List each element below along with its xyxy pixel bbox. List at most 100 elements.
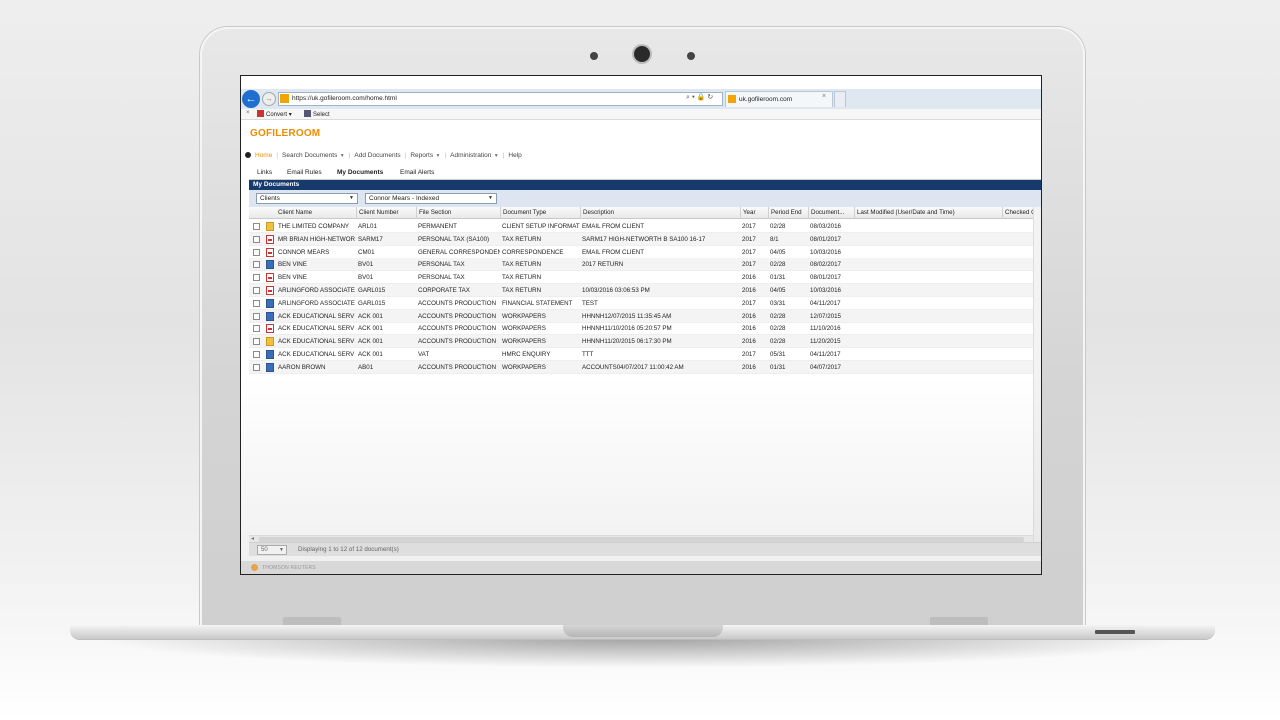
nav-add-documents[interactable]: Add Documents [354, 152, 400, 159]
cell-document-type: WORKPAPERS [502, 338, 546, 346]
chevron-down-icon: ▼ [488, 195, 493, 201]
doc-file-icon [266, 298, 274, 308]
cell-year: 2016 [742, 312, 756, 320]
tab-email-alerts[interactable]: Email Alerts [400, 169, 434, 176]
column-last-modified[interactable]: Last Modified (User/Date and Time) [854, 207, 1002, 219]
row-checkbox[interactable] [253, 248, 260, 256]
table-row[interactable]: THE LIMITED COMPANY ARL01 PERMANENT CLIENT … [249, 220, 1041, 233]
browser-tab[interactable]: uk.gofileroom.com [725, 91, 833, 107]
row-checkbox[interactable] [253, 351, 260, 358]
table-row[interactable]: ACK EDUCATIONAL SERV ACK 001 ACCOUNTS PROD… [249, 335, 1041, 349]
row-checkbox[interactable] [253, 299, 260, 307]
horizontal-scrollbar[interactable]: ◂ [249, 535, 1033, 542]
table-row[interactable]: ARLINGFORD ASSOCIATE GARL015 ACCOUNTS PROD… [249, 297, 1041, 310]
table-row[interactable]: ARLINGFORD ASSOCIATE GARL015 CORPORATE TAX… [249, 284, 1041, 297]
nav-administration[interactable]: Administration ▼ [450, 152, 499, 159]
table-row[interactable]: CONNOR MEARS CM01 GENERAL CORRESPONDEN CORR… [249, 246, 1041, 259]
column-client-number[interactable]: Client Number [356, 207, 416, 219]
cell-document-date: 04/11/2017 [810, 351, 841, 358]
column-description[interactable]: Description [580, 207, 740, 219]
pdf-convert-icon [257, 110, 264, 117]
vertical-scrollbar[interactable] [1033, 207, 1041, 542]
cell-file-section: ACCOUNTS PRODUCTION [418, 363, 497, 371]
nav-home[interactable]: Home [255, 152, 272, 159]
cell-document-type: TAX RETURN [502, 235, 542, 243]
doc-file-icon [266, 311, 274, 321]
thomson-reuters-logo-icon [251, 564, 258, 571]
cell-file-section: CORPORATE TAX [418, 287, 470, 294]
pdf-file-icon [266, 234, 274, 244]
column-document-date[interactable]: Document... [808, 207, 854, 219]
cell-document-date: 10/03/2016 [810, 287, 841, 294]
column-client-name[interactable]: Client Name [276, 207, 356, 219]
column-period-end[interactable]: Period End [768, 207, 808, 219]
forward-arrow-icon[interactable]: → [262, 92, 276, 106]
cell-client-name: THE LIMITED COMPANY [278, 223, 350, 230]
address-bar-icons[interactable]: ⌕ ▾ 🔒 ↻ [686, 93, 713, 102]
pdf-file-icon [266, 247, 274, 257]
cell-period-end: 01/31 [770, 363, 786, 371]
column-file-section[interactable]: File Section [416, 207, 500, 219]
cell-description: TEST [582, 299, 598, 307]
row-checkbox[interactable] [253, 235, 260, 243]
select-button[interactable]: Select [304, 110, 330, 118]
column-document-type[interactable]: Document Type [500, 207, 580, 219]
cell-client-number: BV01 [358, 261, 374, 269]
cell-file-section: PERSONAL TAX (SA100) [418, 235, 490, 243]
cell-document-type: WORKPAPERS [502, 312, 546, 320]
tab-close-icon[interactable]: × [822, 93, 826, 100]
row-checkbox[interactable] [253, 325, 260, 333]
tab-links[interactable]: Links [257, 169, 272, 176]
cell-period-end: 02/28 [770, 325, 786, 333]
column-year[interactable]: Year [740, 207, 768, 219]
table-row[interactable]: ACK EDUCATIONAL SERV ACK 001 VAT HMRC ENQUI… [249, 348, 1041, 361]
cell-description: ACCOUNTS04/07/2017 11:00:42 AM [582, 363, 684, 371]
page-size-select[interactable]: 50 ▼ [257, 545, 287, 555]
tab-email-rules[interactable]: Email Rules [287, 169, 322, 176]
convert-button[interactable]: Convert ▾ [257, 110, 292, 118]
table-row[interactable]: BEN VINE BV01 PERSONAL TAX TAX RETURN 2016 01… [249, 271, 1041, 285]
scroll-left-icon[interactable]: ◂ [251, 535, 254, 542]
nav-help[interactable]: Help [508, 152, 521, 159]
cell-year: 2016 [742, 287, 756, 294]
cell-year: 2017 [742, 223, 756, 230]
chevron-down-icon: ▼ [349, 195, 354, 201]
cell-client-number: ACK 001 [358, 338, 383, 346]
home-icon[interactable] [245, 152, 251, 158]
table-row[interactable]: BEN VINE BV01 PERSONAL TAX TAX RETURN 2017 R… [249, 258, 1041, 272]
cell-client-number: AB01 [358, 363, 374, 371]
grid-header: Client Name Client Number File Section D… [249, 207, 1041, 219]
view-filter-select[interactable]: Connor Mears - Indexed ▼ [365, 193, 497, 204]
row-checkbox[interactable] [253, 274, 260, 282]
table-row[interactable]: MR BRIAN HIGH-NETWOR SARM17 PERSONAL TAX (… [249, 232, 1041, 246]
laptop-shadow [90, 638, 1195, 668]
nav-reports-label: Reports [410, 151, 434, 159]
nav-search-documents[interactable]: Search Documents ▼ [282, 152, 345, 159]
nav-divider: | [502, 151, 505, 159]
tab-my-documents[interactable]: My Documents [337, 169, 383, 176]
address-bar[interactable]: https://uk.gofileroom.com/home.html [278, 92, 723, 106]
table-row[interactable]: ACK EDUCATIONAL SERV ACK 001 ACCOUNTS PROD… [249, 309, 1041, 323]
chevron-down-icon: ▼ [279, 547, 284, 553]
new-tab-button[interactable] [834, 91, 846, 107]
row-checkbox[interactable] [253, 223, 260, 230]
table-row[interactable]: ACK EDUCATIONAL SERV ACK 001 ACCOUNTS PROD… [249, 322, 1041, 336]
table-row[interactable]: AARON BROWN AB01 ACCOUNTS PRODUCTION WORKPA… [249, 360, 1041, 374]
cell-document-date: 08/01/2017 [810, 274, 841, 282]
back-arrow-icon[interactable]: ← [242, 90, 260, 108]
footer: THOMSON REUTERS [241, 561, 1041, 574]
nav-reports[interactable]: Reports ▼ [410, 152, 440, 159]
row-checkbox[interactable] [253, 312, 260, 320]
row-checkbox[interactable] [253, 261, 260, 269]
cell-document-type: TAX RETURN [502, 287, 542, 294]
client-filter-select[interactable]: Clients ▼ [256, 193, 358, 204]
cell-description: 10/03/2016 03:06:53 PM [582, 287, 650, 294]
command-bar-close-icon[interactable]: × [246, 110, 250, 116]
panel-title: My Documents [249, 180, 1041, 190]
row-checkbox[interactable] [253, 338, 260, 346]
convert-label: Convert [266, 112, 288, 118]
row-checkbox[interactable] [253, 287, 260, 294]
row-checkbox[interactable] [253, 363, 260, 371]
cell-document-date: 11/10/2016 [810, 325, 841, 333]
cell-period-end: 02/28 [770, 261, 786, 269]
